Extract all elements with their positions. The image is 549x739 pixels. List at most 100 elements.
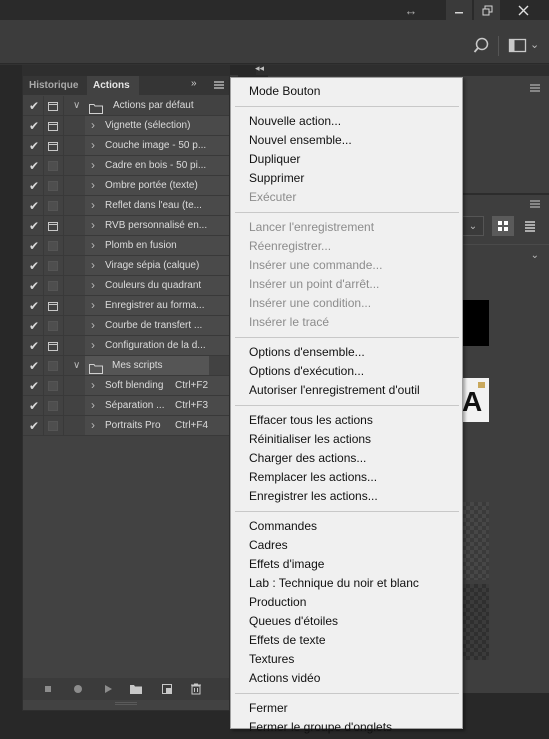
dialog-toggle-icon[interactable] [45, 119, 61, 133]
close-button[interactable] [508, 0, 538, 20]
row-body[interactable]: › Couleurs du quadrant [85, 276, 229, 296]
chevron-right-icon[interactable]: › [91, 258, 95, 272]
row-body[interactable]: › Plomb en fusion [85, 236, 229, 256]
panel-menu-icon[interactable] [528, 196, 542, 208]
menu-item-effets-de-texte[interactable]: Effets de texte [249, 631, 326, 650]
chevron-down-icon[interactable]: ⌄ [462, 216, 484, 236]
action-set-row[interactable]: ✔ ∨ Actions par défaut [23, 96, 229, 116]
toggle-checkmark-icon[interactable]: ✔ [25, 176, 43, 196]
toggle-checkmark-icon[interactable]: ✔ [25, 416, 43, 436]
row-body[interactable]: › Ombre portée (texte) [85, 176, 229, 196]
resize-grip[interactable] [115, 702, 137, 705]
thumbnail-letter[interactable]: A [462, 378, 489, 422]
list-view-icon[interactable] [520, 216, 540, 236]
menu-item-production[interactable]: Production [249, 593, 306, 612]
dialog-toggle-empty[interactable] [45, 179, 61, 193]
toggle-checkmark-icon[interactable]: ✔ [25, 116, 43, 136]
action-row[interactable]: ✔ › Séparation ... Ctrl+F3 [23, 396, 229, 416]
chevron-right-icon[interactable]: › [91, 418, 95, 432]
menu-item-enregistrer-les-actions[interactable]: Enregistrer les actions... [249, 487, 378, 506]
expand-dock-icon[interactable]: ◂◂ [255, 63, 264, 74]
toggle-checkmark-icon[interactable]: ✔ [25, 316, 43, 336]
chevron-right-icon[interactable]: › [91, 338, 95, 352]
dialog-toggle-empty[interactable] [45, 419, 61, 433]
row-body[interactable]: › Soft blending Ctrl+F2 [85, 376, 229, 396]
menu-item-textures[interactable]: Textures [249, 650, 294, 669]
dialog-toggle-empty[interactable] [45, 199, 61, 213]
toggle-checkmark-icon[interactable]: ✔ [25, 396, 43, 416]
chevron-right-icon[interactable]: › [91, 378, 95, 392]
toggle-checkmark-icon[interactable]: ✔ [25, 296, 43, 316]
new-action-icon[interactable] [160, 682, 174, 696]
action-row[interactable]: ✔ › Cadre en bois - 50 pi... [23, 156, 229, 176]
toggle-checkmark-icon[interactable]: ✔ [25, 96, 43, 116]
panel-menu-icon[interactable] [528, 80, 542, 92]
chevron-right-icon[interactable]: › [91, 398, 95, 412]
menu-item-reinitialiser-les-actions[interactable]: Réinitialiser les actions [249, 430, 371, 449]
action-row[interactable]: ✔ › Virage sépia (calque) [23, 256, 229, 276]
chevron-right-icon[interactable]: › [91, 198, 95, 212]
menu-item-queues-d-etoiles[interactable]: Queues d'étoiles [249, 612, 338, 631]
toggle-checkmark-icon[interactable]: ✔ [25, 256, 43, 276]
chevron-down-icon[interactable]: ∨ [73, 360, 80, 371]
toggle-checkmark-icon[interactable]: ✔ [25, 236, 43, 256]
action-row[interactable]: ✔ › Couleurs du quadrant [23, 276, 229, 296]
menu-item-commandes[interactable]: Commandes [249, 517, 317, 536]
chevron-right-icon[interactable]: › [91, 158, 95, 172]
dialog-toggle-icon[interactable] [45, 299, 61, 313]
menu-item-autoriser-l-enregistrement-d-outil[interactable]: Autoriser l'enregistrement d'outil [249, 381, 420, 400]
action-row[interactable]: ✔ › Vignette (sélection) [23, 116, 229, 136]
action-set-row[interactable]: ✔ ∨ Mes scripts [23, 356, 229, 376]
menu-item-supprimer[interactable]: Supprimer [249, 169, 304, 188]
chevron-right-icon[interactable]: › [91, 178, 95, 192]
row-body[interactable]: › Reflet dans l'eau (te... [85, 196, 229, 216]
tab-actions[interactable]: Actions [87, 76, 139, 95]
restore-button[interactable] [474, 0, 500, 20]
menu-item-nouvelle-action[interactable]: Nouvelle action... [249, 112, 341, 131]
stop-icon[interactable] [41, 682, 55, 696]
menu-item-nouvel-ensemble[interactable]: Nouvel ensemble... [249, 131, 352, 150]
toggle-checkmark-icon[interactable]: ✔ [25, 156, 43, 176]
library-dropdown[interactable]: ⌄ [462, 244, 549, 266]
row-body[interactable]: ∨ Actions par défaut [73, 96, 229, 116]
row-body[interactable]: › Courbe de transfert ... [85, 316, 229, 336]
action-row[interactable]: ✔ › Courbe de transfert ... [23, 316, 229, 336]
dialog-toggle-icon[interactable] [45, 339, 61, 353]
row-body[interactable]: › Cadre en bois - 50 pi... [85, 156, 229, 176]
dialog-toggle-empty[interactable] [45, 379, 61, 393]
row-body[interactable]: › Vignette (sélection) [85, 116, 229, 136]
chevron-right-icon[interactable]: › [91, 318, 95, 332]
chevron-down-icon[interactable]: ⌄ [530, 38, 539, 51]
row-body[interactable]: › Couche image - 50 p... [85, 136, 229, 156]
dialog-toggle-icon[interactable] [45, 139, 61, 153]
action-row[interactable]: ✔ › Reflet dans l'eau (te... [23, 196, 229, 216]
row-body[interactable]: › RVB personnalisé en... [85, 216, 229, 236]
panel-menu-icon[interactable] [212, 78, 226, 92]
row-body[interactable]: ∨ Mes scripts [73, 356, 209, 376]
dialog-toggle-empty[interactable] [45, 259, 61, 273]
grid-view-icon[interactable] [492, 216, 514, 236]
dialog-toggle-empty[interactable] [45, 359, 61, 373]
menu-item-options-d-execution[interactable]: Options d'exécution... [249, 362, 364, 381]
collapse-panel-icon[interactable]: » [191, 78, 197, 89]
menu-item-effets-d-image[interactable]: Effets d'image [249, 555, 324, 574]
action-row[interactable]: ✔ › Enregistrer au forma... [23, 296, 229, 316]
resize-arrows-icon[interactable]: ↔ [398, 0, 424, 20]
dialog-toggle-empty[interactable] [45, 159, 61, 173]
menu-item-remplacer-les-actions[interactable]: Remplacer les actions... [249, 468, 377, 487]
play-icon[interactable] [101, 682, 115, 696]
action-row[interactable]: ✔ › Portraits Pro Ctrl+F4 [23, 416, 229, 436]
dialog-toggle-empty[interactable] [45, 279, 61, 293]
toggle-checkmark-icon[interactable]: ✔ [25, 376, 43, 396]
chevron-right-icon[interactable]: › [91, 298, 95, 312]
toggle-checkmark-icon[interactable]: ✔ [25, 196, 43, 216]
toggle-checkmark-icon[interactable]: ✔ [25, 136, 43, 156]
menu-item-fermer[interactable]: Fermer [249, 699, 288, 718]
menu-item-dupliquer[interactable]: Dupliquer [249, 150, 300, 169]
dialog-toggle-empty[interactable] [45, 239, 61, 253]
menu-item-actions-video[interactable]: Actions vidéo [249, 669, 320, 688]
chevron-right-icon[interactable]: › [91, 138, 95, 152]
action-row[interactable]: ✔ › Ombre portée (texte) [23, 176, 229, 196]
toggle-checkmark-icon[interactable]: ✔ [25, 336, 43, 356]
toggle-checkmark-icon[interactable]: ✔ [25, 356, 43, 376]
